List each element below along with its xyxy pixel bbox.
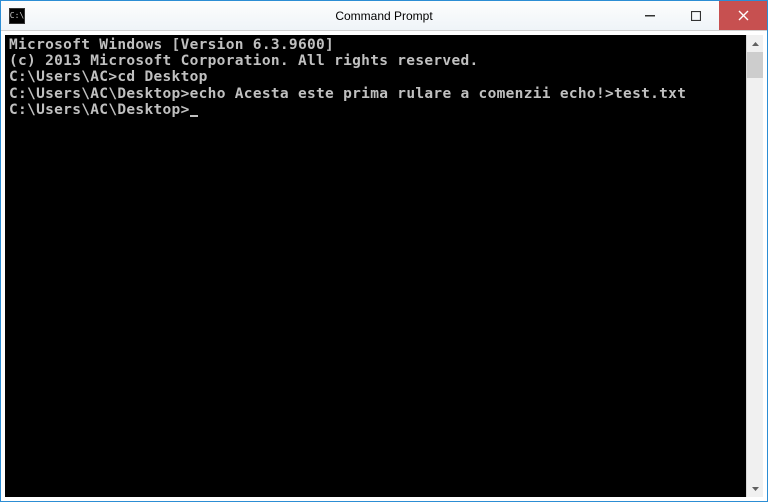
prompt: C:\Users\AC> (9, 69, 117, 85)
command-text: echo Acesta este prima rulare a comenzii… (190, 86, 687, 102)
scroll-up-button[interactable] (747, 35, 763, 52)
cursor (190, 115, 198, 117)
client-area: Microsoft Windows [Version 6.3.9600](c) … (1, 31, 767, 501)
output-line: Microsoft Windows [Version 6.3.9600] (9, 37, 742, 53)
titlebar[interactable]: C:\ Command Prompt (1, 1, 767, 31)
scroll-down-button[interactable] (747, 480, 763, 497)
window-title: Command Prompt (335, 9, 432, 23)
scroll-thumb[interactable] (747, 52, 763, 78)
app-icon: C:\ (9, 8, 25, 24)
maximize-button[interactable] (673, 1, 719, 30)
scroll-track[interactable] (747, 52, 763, 480)
close-button[interactable] (719, 1, 767, 30)
prompt-line: C:\Users\AC\Desktop>echo Acesta este pri… (9, 86, 742, 102)
chevron-down-icon (752, 487, 759, 491)
prompt: C:\Users\AC\Desktop> (9, 86, 190, 102)
command-text: cd Desktop (117, 69, 207, 85)
output-line: (c) 2013 Microsoft Corporation. All righ… (9, 53, 742, 69)
console-output[interactable]: Microsoft Windows [Version 6.3.9600](c) … (5, 35, 746, 497)
close-icon (738, 10, 749, 21)
prompt: C:\Users\AC\Desktop> (9, 102, 190, 118)
chevron-up-icon (752, 42, 759, 46)
command-prompt-window: C:\ Command Prompt Microsoft Windows [Ve… (0, 0, 768, 502)
maximize-icon (691, 11, 701, 21)
window-controls (627, 1, 767, 30)
minimize-icon (645, 11, 655, 21)
prompt-line: C:\Users\AC>cd Desktop (9, 69, 742, 85)
vertical-scrollbar[interactable] (746, 35, 763, 497)
current-prompt-line: C:\Users\AC\Desktop> (9, 102, 742, 118)
minimize-button[interactable] (627, 1, 673, 30)
